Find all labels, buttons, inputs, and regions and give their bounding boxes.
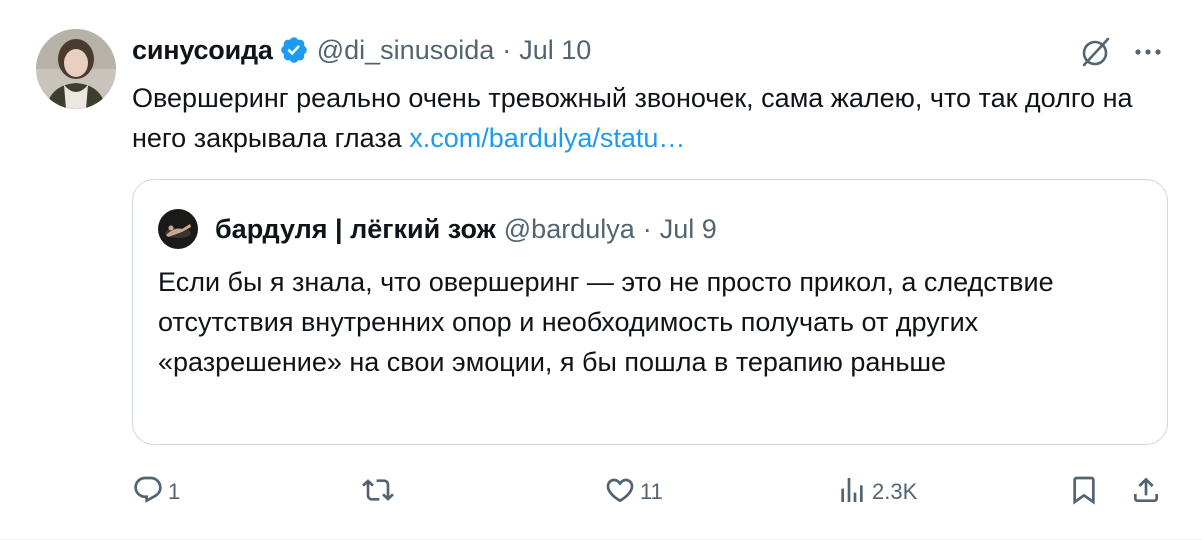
- action-bar: 1 11 2.3K: [130, 470, 1176, 514]
- tweet-text: Овершеринг реально очень тревожный звоно…: [132, 78, 1172, 158]
- heart-icon: [604, 474, 636, 511]
- bookmark-button[interactable]: [1068, 470, 1100, 514]
- quoted-tweet[interactable]: бардуля | лёгкий зож @bardulya · Jul 9 Е…: [132, 179, 1168, 445]
- quote-handle[interactable]: @bardulya: [504, 214, 635, 245]
- share-icon: [1130, 474, 1162, 511]
- quote-date[interactable]: Jul 9: [660, 214, 717, 245]
- views-icon: [836, 474, 868, 511]
- views-button[interactable]: 2.3K: [836, 470, 917, 514]
- tweet-header: синусоида @di_sinusoida · Jul 10: [132, 30, 591, 70]
- header-separator: ·: [502, 34, 512, 65]
- tweet-card[interactable]: синусоида @di_sinusoida · Jul 10 Овершер…: [0, 0, 1202, 540]
- tweet-link[interactable]: x.com/bardulya/statu…: [409, 123, 685, 153]
- quote-display-name[interactable]: бардуля | лёгкий зож: [215, 214, 496, 245]
- bookmark-icon: [1068, 474, 1100, 511]
- retweet-icon: [362, 474, 394, 511]
- verified-badge-icon[interactable]: [279, 35, 309, 65]
- author-avatar[interactable]: [36, 29, 116, 109]
- reply-button[interactable]: 1: [132, 470, 180, 514]
- author-handle[interactable]: @di_sinusoida: [317, 35, 495, 66]
- quote-header: бардуля | лёгкий зож @bardulya · Jul 9: [215, 208, 717, 250]
- share-button[interactable]: [1130, 470, 1162, 514]
- quote-separator: ·: [642, 213, 652, 244]
- quote-author-avatar[interactable]: [158, 209, 198, 249]
- retweet-button[interactable]: [362, 470, 398, 514]
- quote-text: Если бы я знала, что овершеринг — это не…: [158, 267, 1054, 377]
- reply-icon: [132, 474, 164, 511]
- more-icon[interactable]: [1130, 34, 1166, 70]
- grok-icon[interactable]: [1078, 34, 1114, 70]
- like-count: 11: [640, 479, 663, 504]
- like-button[interactable]: 11: [604, 470, 663, 514]
- tweet-date[interactable]: Jul 10: [519, 35, 591, 66]
- author-display-name[interactable]: синусоида: [132, 35, 273, 66]
- author-avatar-image: [36, 29, 116, 109]
- views-count: 2.3K: [872, 479, 918, 504]
- reply-count: 1: [168, 479, 181, 504]
- quote-avatar-image: [158, 209, 198, 249]
